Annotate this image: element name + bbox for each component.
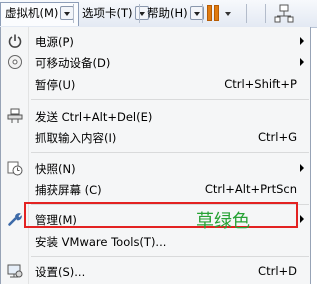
menu-item-shortcut: Ctrl+Shift+P (224, 77, 297, 91)
menu-item-label: 可移动设备(D) (35, 56, 111, 70)
menu-item-shortcut: Ctrl+Alt+PrtScn (204, 182, 297, 196)
menu-item-label: 设置(S)... (35, 265, 86, 279)
menubar-separator (202, 4, 203, 23)
snapshot-clock-icon (7, 161, 23, 176)
menu-help-label: 帮助(H) (147, 6, 188, 20)
submenu-arrow-icon (300, 37, 304, 45)
submenu-arrow-icon (300, 58, 304, 66)
power-icon (8, 34, 22, 48)
menu-item-label: 电源(P) (35, 35, 74, 49)
menu-item-label: 快照(N) (35, 162, 76, 176)
menu-item-shortcut: Ctrl+G (257, 130, 297, 144)
menu-tabs[interactable]: 选项卡(T) (78, 2, 153, 24)
menu-item-pause[interactable]: 暂停(U) Ctrl+Shift+P (1, 73, 310, 95)
menu-item-shortcut: Ctrl+D (258, 264, 297, 278)
menu-tabs-label: 选项卡(T) (82, 6, 133, 20)
pause-icon (207, 5, 212, 21)
submenu-arrow-icon (300, 215, 304, 223)
menubar-separator (246, 4, 247, 23)
menu-item-install-vmware-tools[interactable]: 安装 VMware Tools(T)... (1, 230, 310, 252)
menu-item-snapshot[interactable]: 快照(N) (1, 157, 310, 179)
menu-vm-label: 虚拟机(M) (5, 6, 59, 20)
highlight-box (24, 202, 298, 228)
menu-item-power[interactable]: 电源(P) (1, 30, 310, 52)
menu-item-capture-screen[interactable]: 捕获屏幕 (C) Ctrl+Alt+PrtScn (1, 178, 310, 200)
menu-item-label: 安装 VMware Tools(T)... (35, 235, 167, 249)
chevron-down-icon[interactable] (225, 12, 231, 16)
menubar-separator (265, 4, 266, 23)
wrench-icon (8, 213, 22, 226)
menu-help[interactable]: 帮助(H) (143, 2, 208, 24)
menu-item-grab-input[interactable]: 抓取输入内容(I) Ctrl+G (1, 126, 310, 148)
pause-icon-bar (214, 5, 219, 21)
menu-item-removable-devices[interactable]: 可移动设备(D) (1, 51, 310, 73)
menu-item-settings[interactable]: 设置(S)... Ctrl+D (1, 260, 310, 282)
menu-item-send-ctrl-alt-del[interactable]: 发送 Ctrl+Alt+Del(E) (1, 105, 310, 127)
pause-button[interactable] (207, 5, 237, 23)
menu-separator (31, 256, 309, 257)
menu-item-label: 发送 Ctrl+Alt+Del(E) (35, 110, 153, 124)
menubar-separator (73, 4, 74, 23)
submenu-arrow-icon (300, 164, 304, 172)
menu-item-label: 抓取输入内容(I) (35, 131, 117, 145)
send-keys-icon (7, 108, 23, 123)
menu-vm[interactable]: 虚拟机(M) (0, 2, 80, 26)
menu-separator (31, 152, 309, 153)
menubar-separator (139, 4, 140, 23)
menu-separator (31, 99, 309, 100)
disc-icon (8, 55, 22, 69)
menu-item-label: 捕获屏幕 (C) (35, 183, 102, 197)
menu-item-label: 暂停(U) (35, 78, 76, 92)
annotation-label: 草绿色 (196, 211, 250, 232)
vm-dropdown-menu: 电源(P) 可移动设备(D) 暂停(U) Ctrl+Shift+P 发送 Ctr… (0, 27, 311, 284)
settings-monitor-icon (7, 264, 23, 278)
network-icon[interactable] (274, 4, 294, 24)
menu-bar: 虚拟机(M) 选项卡(T) 帮助(H) (0, 0, 317, 28)
